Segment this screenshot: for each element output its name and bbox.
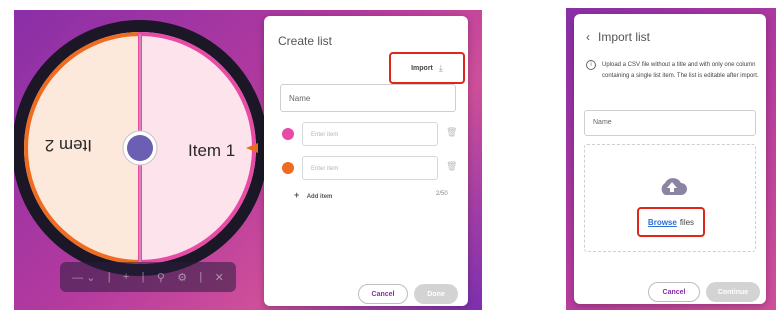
close-icon[interactable]: ✕ <box>215 271 224 284</box>
browse-link[interactable]: Browse <box>648 218 677 227</box>
item-color-dot[interactable] <box>282 128 294 140</box>
list-name-field[interactable]: Name <box>584 110 756 136</box>
wheel-screen: Item 1 Item 2 — ⌄ | + | ⚲ ⚙ | ✕ Create l… <box>14 10 482 310</box>
add-item-label: Add item <box>306 194 333 200</box>
files-label: files <box>679 217 695 227</box>
done-button[interactable]: Done <box>414 284 458 304</box>
add-item-button[interactable]: + Add item <box>294 190 332 200</box>
dropdown-icon[interactable]: — ⌄ <box>72 271 95 284</box>
info-text: Upload a CSV file without a title and wi… <box>602 62 759 79</box>
item-input[interactable]: Enter item <box>302 122 438 146</box>
item-counter: 2/50 <box>436 191 448 197</box>
import-list-panel: ‹ Import list i Upload a CSV file withou… <box>574 14 766 304</box>
import-button[interactable]: Import ⤓ <box>389 52 465 84</box>
name-placeholder: Name <box>289 94 311 103</box>
wheel-hub[interactable] <box>127 135 153 161</box>
item-placeholder: Enter item <box>311 132 339 138</box>
item-color-dot[interactable] <box>282 162 294 174</box>
plus-icon: + <box>294 190 300 200</box>
panel-title: Create list <box>278 34 333 48</box>
trash-icon[interactable]: 🗑 <box>446 127 457 138</box>
add-icon[interactable]: + <box>123 271 129 283</box>
import-screen: ‹ Import list i Upload a CSV file withou… <box>566 8 776 310</box>
toolbar-divider: | <box>199 271 203 283</box>
browse-files-area: Browse files <box>637 207 705 237</box>
cancel-button[interactable]: Cancel <box>358 284 408 304</box>
download-icon: ⤓ <box>438 62 443 73</box>
cloud-upload-icon <box>661 178 687 195</box>
toolbar-divider: | <box>107 271 111 283</box>
list-item: Enter item 🗑 <box>282 122 460 146</box>
search-icon[interactable]: ⚲ <box>157 271 165 284</box>
chevron-left-icon[interactable]: ‹ <box>586 30 590 44</box>
item-placeholder: Enter item <box>311 166 339 172</box>
wheel-toolbar: — ⌄ | + | ⚲ ⚙ | ✕ <box>60 262 236 292</box>
panel-header: ‹ Import list <box>586 30 650 44</box>
info-icon: i <box>586 60 596 70</box>
trash-icon[interactable]: 🗑 <box>446 161 457 172</box>
file-drop-zone[interactable]: Browse files <box>584 144 756 252</box>
continue-button[interactable]: Continue <box>706 282 760 302</box>
cancel-button[interactable]: Cancel <box>648 282 700 302</box>
slice-label-item-2: Item 2 <box>45 136 92 155</box>
create-list-panel: Create list Import ⤓ Name Enter item 🗑 E… <box>264 16 468 306</box>
slice-label-item-1: Item 1 <box>188 141 235 160</box>
name-placeholder: Name <box>593 119 612 126</box>
toolbar-divider: | <box>141 271 145 283</box>
item-input[interactable]: Enter item <box>302 156 438 180</box>
settings-icon[interactable]: ⚙ <box>177 271 187 284</box>
list-name-field[interactable]: Name <box>280 84 456 112</box>
panel-title: Import list <box>598 30 651 44</box>
list-item: Enter item 🗑 <box>282 156 460 180</box>
import-label: Import <box>411 64 433 72</box>
